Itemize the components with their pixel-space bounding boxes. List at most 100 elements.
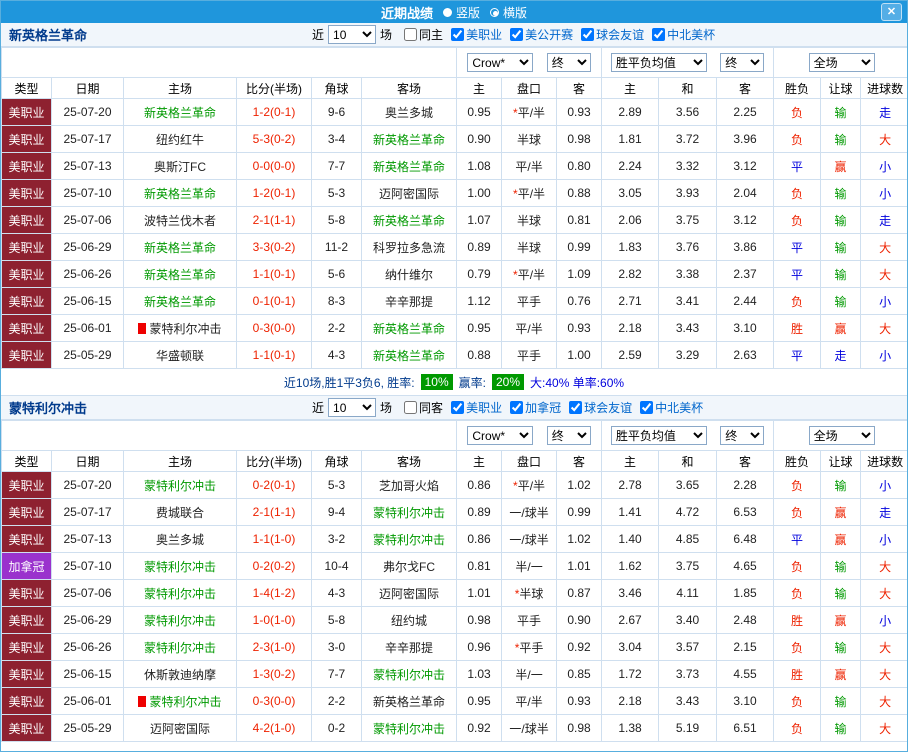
filter-controls: 近 10 场 同客 美职业 加拿冠 球会友谊 中北美杯 — [312, 398, 703, 417]
avg-home-odds-cell: 2.67 — [601, 606, 660, 634]
filter-checkbox[interactable]: 美职业 — [451, 26, 502, 43]
radio-label: 横版 — [503, 5, 528, 20]
date-cell: 25-06-15 — [51, 660, 124, 688]
checkbox-input[interactable] — [404, 27, 418, 41]
home-team-cell: 新英格兰革命 — [123, 233, 237, 261]
match-scope-select[interactable]: 全场 — [808, 53, 875, 72]
column-header-row: 类型 日期 主场 比分(半场) 角球 客场主盘口客主和客胜负 让球 进球数 — [1, 77, 907, 99]
avg-away-odds-cell: 2.04 — [716, 179, 775, 207]
date-cell: 25-07-13 — [51, 152, 124, 180]
away-team-cell: 新英格兰革命 — [360, 314, 458, 342]
close-button[interactable]: ✕ — [881, 3, 902, 21]
score-cell: 2-1(1-1) — [236, 206, 312, 234]
league-filter-checkboxes: 同主 美职业 美公开赛 球会友谊 中北美杯 — [396, 26, 715, 44]
corners-cell: 5-6 — [311, 260, 362, 288]
result-cell: 负 — [773, 287, 822, 315]
filter-checkbox[interactable]: 美公开赛 — [510, 26, 573, 43]
away-team-cell: 新英格兰革命 — [360, 206, 458, 234]
corners-cell: 7-7 — [311, 660, 362, 688]
column-header: 胜负 — [773, 450, 822, 472]
checkbox-input[interactable] — [451, 27, 465, 41]
filter-checkbox[interactable]: 加拿冠 — [510, 399, 561, 416]
match-count-select[interactable]: 10 — [328, 25, 377, 44]
goals-result-cell: 小 — [860, 471, 907, 499]
handicap-cell: 半球 — [501, 125, 558, 153]
result-cell: 胜 — [773, 660, 822, 688]
checkbox-input[interactable] — [510, 400, 524, 414]
avg-draw-odds-cell: 3.75 — [658, 206, 718, 234]
checkbox-input[interactable] — [640, 400, 654, 414]
filter-checkbox[interactable]: 中北美杯 — [652, 26, 715, 43]
layout-vertical-radio[interactable]: 竖版 — [442, 4, 480, 21]
odds-company-select[interactable]: Crow* — [467, 426, 534, 445]
away-team-cell: 科罗拉多急流 — [360, 233, 458, 261]
away-handicap-odds-cell: 0.90 — [556, 606, 603, 634]
avg-home-odds-cell: 2.59 — [601, 341, 660, 369]
avg-final-select[interactable]: 终 — [720, 426, 765, 445]
live-odds-marker: * — [513, 186, 518, 201]
team-name: 奥兰多城 — [155, 532, 204, 547]
away-team-cell: 辛辛那提 — [360, 287, 458, 315]
avg-odds-type-select[interactable]: 胜平负均值 — [610, 426, 707, 445]
handicap-result-cell: 输 — [820, 260, 862, 288]
column-header: 客场 — [360, 77, 458, 99]
handicap-result-cell: 输 — [820, 125, 862, 153]
avg-draw-odds-cell: 3.93 — [658, 179, 718, 207]
match-count-select[interactable]: 10 — [328, 398, 377, 417]
home-team-cell: 蒙特利尔冲击 — [123, 633, 237, 661]
corners-cell: 11-2 — [311, 233, 362, 261]
checkbox-input[interactable] — [451, 400, 465, 414]
league-type-cell: 美职业 — [1, 471, 52, 499]
home-team-cell: 蒙特利尔冲击 — [123, 606, 237, 634]
home-handicap-odds-cell: 1.12 — [456, 287, 503, 315]
filter-checkbox[interactable]: 美职业 — [451, 399, 502, 416]
checkbox-input[interactable] — [510, 27, 524, 41]
result-cell: 负 — [773, 98, 822, 126]
result-cell: 负 — [773, 498, 822, 526]
league-type-cell: 美职业 — [1, 633, 52, 661]
checkbox-input[interactable] — [581, 27, 595, 41]
away-team-cell: 蒙特利尔冲击 — [360, 525, 458, 553]
away-handicap-odds-cell: 0.93 — [556, 314, 603, 342]
avg-final-select[interactable]: 终 — [720, 53, 765, 72]
avg-draw-odds-cell: 3.43 — [658, 314, 718, 342]
avg-away-odds-cell: 2.25 — [716, 98, 775, 126]
checkbox-input[interactable] — [569, 400, 583, 414]
column-header: 主 — [456, 77, 503, 99]
filter-checkbox[interactable]: 同主 — [404, 26, 443, 43]
odds-company-select[interactable]: Crow* — [467, 53, 534, 72]
checkbox-input[interactable] — [404, 400, 418, 414]
layout-horizontal-radio[interactable]: 横版 — [490, 4, 527, 21]
match-scope-select[interactable]: 全场 — [808, 426, 875, 445]
avg-home-odds-cell: 3.04 — [601, 633, 660, 661]
away-team-cell: 新英格兰革命 — [360, 152, 458, 180]
date-cell: 25-05-29 — [51, 341, 124, 369]
filter-checkbox[interactable]: 球会友谊 — [581, 26, 644, 43]
result-cell: 负 — [773, 125, 822, 153]
filter-checkbox[interactable]: 球会友谊 — [569, 399, 632, 416]
handicap-result-cell: 赢 — [820, 152, 862, 180]
filter-checkbox[interactable]: 同客 — [404, 399, 443, 416]
checkbox-label: 中北美杯 — [655, 400, 704, 415]
dropdown-row-spacer — [1, 47, 458, 78]
avg-away-odds-cell: 3.10 — [716, 687, 775, 715]
avg-home-odds-cell: 1.41 — [601, 498, 660, 526]
home-handicap-odds-cell: 0.95 — [456, 687, 503, 715]
result-cell: 负 — [773, 179, 822, 207]
away-handicap-odds-cell: 0.88 — [556, 179, 603, 207]
result-cell: 平 — [773, 233, 822, 261]
column-header: 主 — [601, 450, 660, 472]
checkbox-input[interactable] — [652, 27, 666, 41]
handicap-result-cell: 输 — [820, 233, 862, 261]
avg-odds-type-select[interactable]: 胜平负均值 — [610, 53, 707, 72]
column-header: 主 — [456, 450, 503, 472]
filter-checkbox[interactable]: 中北美杯 — [640, 399, 703, 416]
handicap-rate-badge: 20% — [492, 374, 525, 390]
odds-final-select[interactable]: 终 — [546, 426, 591, 445]
win-rate-badge: 10% — [420, 374, 453, 390]
avg-away-odds-cell: 2.48 — [716, 606, 775, 634]
handicap-dropdowns: Crow* 终 — [456, 420, 603, 451]
avg-home-odds-cell: 2.82 — [601, 260, 660, 288]
avg-draw-odds-cell: 4.85 — [658, 525, 718, 553]
odds-final-select[interactable]: 终 — [546, 53, 591, 72]
